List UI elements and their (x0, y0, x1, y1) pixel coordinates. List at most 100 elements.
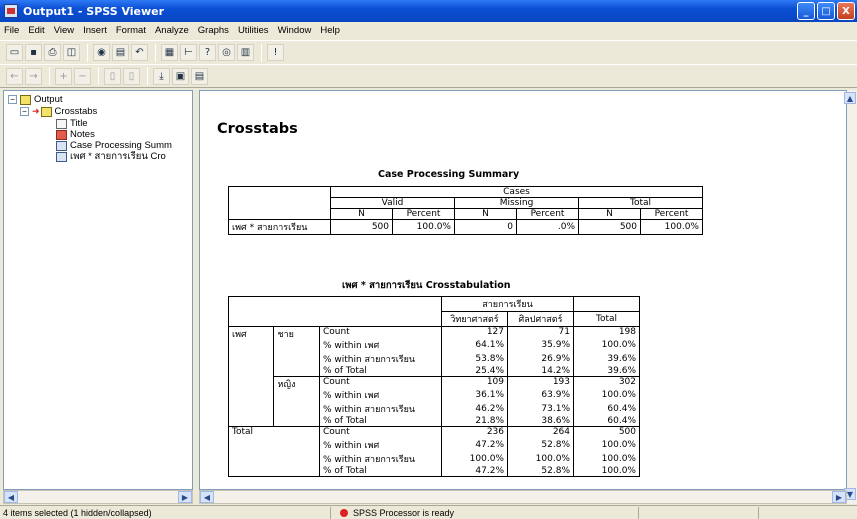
menu-help[interactable]: Help (320, 25, 340, 36)
goto-data-icon[interactable]: ▦ (161, 44, 178, 61)
tree-item-label: Notes (70, 129, 95, 140)
tree-item-crosstabs[interactable]: − ➜ Crosstabs (20, 106, 97, 117)
table-cell: 100.0% (441, 451, 508, 466)
table-cell: 14.2% (507, 365, 574, 377)
goto-case-icon[interactable]: ⊢ (180, 44, 197, 61)
collapse-toggle-icon[interactable]: − (8, 95, 17, 104)
crosstab-title: เพศ * สายการเรียน Crosstabulation (342, 280, 511, 291)
table-cell: 264 (507, 426, 574, 438)
menu-view[interactable]: View (54, 25, 74, 36)
statistic-label: % of Total (318, 415, 443, 427)
scroll-right-icon[interactable]: ▶ (178, 491, 192, 503)
table-cell: 38.6% (507, 415, 574, 427)
insert-icon[interactable]: ▥ (237, 44, 254, 61)
scroll-left-icon[interactable]: ◀ (200, 491, 214, 503)
show-icon[interactable]: ▯ (104, 67, 121, 85)
collapse-toggle-icon[interactable]: − (20, 107, 29, 116)
insert-heading-icon[interactable]: ⤓ (153, 67, 170, 85)
table-cell: 46.2% (441, 401, 508, 416)
missing-header: Missing (454, 197, 579, 209)
table-cell: 25.4% (441, 365, 508, 377)
total-col-header: Total (573, 311, 640, 327)
case-summary-title: Case Processing Summary (378, 169, 520, 180)
menu-utilities[interactable]: Utilities (238, 25, 269, 36)
dialog-recall-icon[interactable]: ▤ (112, 44, 129, 61)
statistic-label: % within สายการเรียน (318, 401, 443, 416)
row-var-label: เพศ (227, 326, 275, 427)
title-bar: Output1 - SPSS Viewer _ □ X (0, 0, 857, 22)
menu-graphs[interactable]: Graphs (198, 25, 229, 36)
crosstabulation-table[interactable]: สายการเรียน วิทยาศาสตร์ ศิลปศาสตร์ Total… (227, 296, 640, 477)
spss-app-icon (4, 4, 18, 18)
col-var-header: สายการเรียน (441, 296, 574, 312)
preview-icon[interactable]: ◫ (63, 44, 80, 61)
find-icon[interactable]: ◎ (218, 44, 235, 61)
table-cell: 100.0% (573, 337, 640, 352)
menu-bar: File Edit View Insert Format Analyze Gra… (0, 22, 857, 39)
tree-item-crosstabulation[interactable]: เพศ * สายการเรียน Cro (56, 151, 166, 162)
table-cell: 21.8% (441, 415, 508, 427)
minimize-button[interactable]: _ (797, 2, 815, 20)
menu-edit[interactable]: Edit (28, 25, 44, 36)
menu-insert[interactable]: Insert (83, 25, 107, 36)
tree-item-label: Title (70, 118, 88, 129)
cases-header: Cases (330, 186, 703, 198)
tree-item-notes[interactable]: Notes (56, 129, 95, 140)
table-row: เพศ * สายการเรียน 500 100.0% 0 .0% 500 1… (228, 219, 703, 235)
menu-window[interactable]: Window (278, 25, 312, 36)
scroll-right-icon[interactable]: ▶ (832, 491, 846, 503)
window-controls: _ □ X (797, 2, 855, 20)
processor-status-icon (340, 508, 348, 517)
processor-status: SPSS Processor is ready (340, 508, 454, 518)
promote-icon[interactable]: ← (6, 67, 23, 85)
demote-icon[interactable]: → (25, 67, 42, 85)
content-vertical-scrollbar[interactable]: ▲ ▼ (844, 90, 857, 504)
notes-icon (56, 129, 67, 140)
table-cell: 302 (573, 376, 640, 388)
collapse-icon[interactable]: − (74, 67, 91, 85)
outline-horizontal-scrollbar[interactable]: ◀ ▶ (3, 490, 193, 504)
window-title: Output1 - SPSS Viewer (23, 4, 165, 18)
menu-format[interactable]: Format (116, 25, 146, 36)
menu-analyze[interactable]: Analyze (155, 25, 189, 36)
book-icon (40, 106, 52, 117)
tree-item-title[interactable]: Title (56, 118, 88, 129)
case-processing-table[interactable]: Cases Valid Missing Total N Percent N Pe… (228, 186, 703, 235)
scroll-left-icon[interactable]: ◀ (4, 491, 18, 503)
table-cell: 127 (441, 326, 508, 338)
table-row: เพศ ชาย Count 127 71 198 (227, 326, 640, 427)
tree-item-label: Crosstabs (54, 106, 98, 117)
hide-icon[interactable]: ▯ (123, 67, 140, 85)
table-cell: 109 (441, 376, 508, 388)
insert-title-icon[interactable]: ▣ (172, 67, 189, 85)
statistic-label: % within เพศ (318, 437, 443, 452)
content-horizontal-scrollbar[interactable]: ◀ ▶ (199, 490, 847, 504)
export-icon[interactable]: ◉ (93, 44, 110, 61)
row-category-label: ชาย (273, 326, 320, 377)
table-row: Total Count 236 264 500 (228, 426, 640, 477)
insert-text-icon[interactable]: ▤ (191, 67, 208, 85)
table-cell: 500 (573, 426, 640, 438)
variables-icon[interactable]: ? (199, 44, 216, 61)
print-icon[interactable]: ⎙ (44, 44, 61, 61)
menu-file[interactable]: File (4, 25, 19, 36)
close-button[interactable]: X (837, 2, 855, 20)
expand-icon[interactable]: + (55, 67, 72, 85)
tree-item-label: เพศ * สายการเรียน Cro (70, 151, 166, 162)
outline-toolbar: ← → + − ▯ ▯ ⤓ ▣ ▤ (0, 64, 857, 88)
scroll-up-icon[interactable]: ▲ (844, 92, 856, 104)
designate-window-icon[interactable]: ! (267, 44, 284, 61)
undo-icon[interactable]: ↶ (131, 44, 148, 61)
table-cell: 26.9% (507, 351, 574, 366)
maximize-button[interactable]: □ (817, 2, 835, 20)
tree-item-output[interactable]: − Output (8, 94, 63, 105)
table-cell: 71 (507, 326, 574, 338)
open-icon[interactable]: ▭ (6, 44, 23, 61)
statistic-label: % of Total (318, 465, 443, 477)
pivot-table-icon (56, 151, 67, 162)
table-cell: 63.9% (507, 387, 574, 402)
statistic-label: % within เพศ (318, 387, 443, 402)
table-cell: 193 (507, 376, 574, 388)
save-icon[interactable]: ▪ (25, 44, 42, 61)
table-cell: 100.0% (573, 387, 640, 402)
